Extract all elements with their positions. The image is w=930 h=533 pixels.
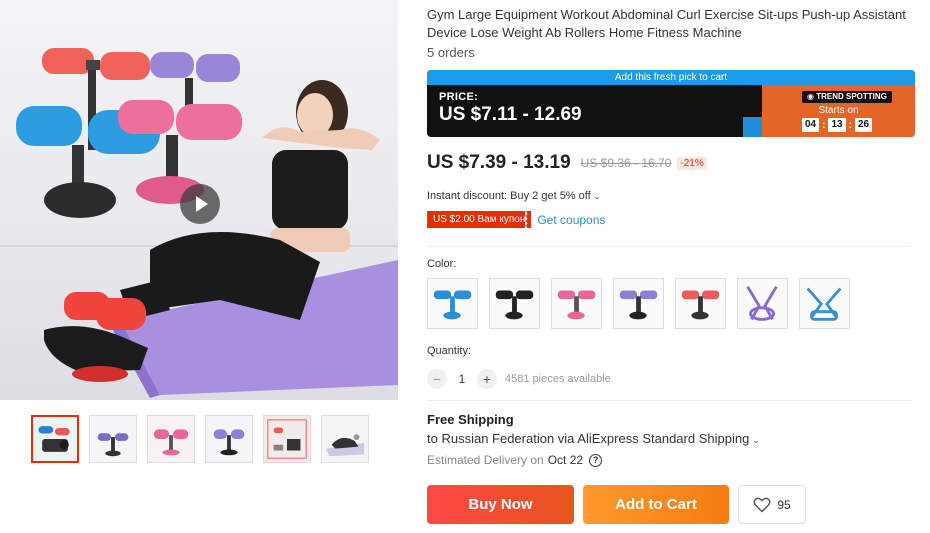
color-swatch-image <box>746 285 778 321</box>
color-swatch-image <box>681 290 720 320</box>
discount-badge: -21% <box>677 156 707 170</box>
divider <box>427 246 911 247</box>
starts-on-label: Starts on <box>818 105 859 116</box>
buy-now-button[interactable]: Buy Now <box>427 485 574 524</box>
thumbnail-3[interactable] <box>147 415 195 463</box>
color-option-red[interactable] <box>675 278 726 329</box>
product-title: Gym Large Equipment Workout Abdominal Cu… <box>427 7 906 40</box>
trend-spotting-badge: ◉ TREND SPOTTING <box>802 91 892 103</box>
color-option-black[interactable] <box>489 278 540 329</box>
timer-minutes: 13 <box>828 118 846 132</box>
timer-separator: : <box>848 119 852 131</box>
color-swatch-image <box>433 290 472 320</box>
quantity-input[interactable]: 1 <box>447 372 477 386</box>
get-coupons-link[interactable]: Get coupons <box>537 213 605 227</box>
shipping-destination[interactable]: to Russian Federation via AliExpress Sta… <box>427 431 760 446</box>
main-product-image[interactable] <box>0 0 398 400</box>
countdown-timer: 04 : 13 : 26 <box>802 118 873 132</box>
color-swatch-image <box>495 290 534 320</box>
play-video-button[interactable] <box>180 184 220 224</box>
coupon-badge[interactable]: US $2.00 Вам купон <box>424 211 532 228</box>
question-circle-icon[interactable]: ? <box>589 453 603 467</box>
countdown-panel: ◉ TREND SPOTTING Starts on 04 : 13 : 26 <box>762 85 915 137</box>
instant-discount-text: Instant discount: Buy 2 get 5% off <box>427 190 591 202</box>
delivery-date: Oct 22 <box>547 453 584 467</box>
thumbnail-image <box>206 416 252 462</box>
heart-icon <box>753 497 771 513</box>
coupon-row: US $2.00 Вам купон Get coupons <box>424 211 605 228</box>
thumbnail-strip <box>31 415 369 463</box>
color-option-blue[interactable] <box>427 278 478 329</box>
color-options <box>427 278 850 329</box>
color-option-purple[interactable] <box>613 278 664 329</box>
wishlist-button[interactable]: 95 <box>738 485 806 524</box>
thumbnail-image <box>90 416 136 462</box>
quantity-stepper: − 1 + 4581 pieces available <box>427 369 611 389</box>
timer-hours: 04 <box>802 118 820 132</box>
thumbnail-5[interactable] <box>263 415 311 463</box>
color-label: Color: <box>427 258 457 270</box>
thumbnail-image <box>322 416 368 462</box>
timer-separator: : <box>822 119 826 131</box>
original-price: US $9.36 - 16.70 <box>580 156 672 170</box>
shipping-destination-text: to Russian Federation via AliExpress Sta… <box>427 431 750 446</box>
color-swatch-image <box>557 290 596 320</box>
promo-price-label: PRICE: <box>439 91 479 103</box>
thumbnail-6[interactable] <box>321 415 369 463</box>
divider <box>427 400 911 401</box>
delivery-label: Estimated Delivery on <box>427 453 544 467</box>
color-option-blue-band[interactable] <box>799 278 850 329</box>
current-price: US $7.39 - 13.19 <box>427 152 571 173</box>
order-count: 5 orders <box>427 45 475 60</box>
available-stock: 4581 pieces available <box>505 373 611 385</box>
chevron-down-icon: ⌄ <box>752 435 760 445</box>
clock-icon: ◉ <box>807 92 817 101</box>
promo-banner[interactable]: Add this fresh pick to cart PRICE: US $7… <box>427 70 915 137</box>
estimated-delivery: Estimated Delivery on Oct 22 ? <box>427 453 603 467</box>
trend-badge-label: TREND SPOTTING <box>816 92 887 101</box>
thumbnail-image <box>148 416 194 462</box>
quantity-decrease-button[interactable]: − <box>427 369 447 389</box>
color-swatch-image <box>619 290 658 320</box>
shipping-title: Free Shipping <box>427 412 514 427</box>
instant-discount[interactable]: Instant discount: Buy 2 get 5% off ⌄ <box>427 190 600 202</box>
chevron-down-icon: ⌄ <box>593 192 601 201</box>
quantity-label: Quantity: <box>427 345 472 357</box>
color-option-pink[interactable] <box>551 278 602 329</box>
color-swatch-image <box>806 287 842 321</box>
promo-banner-text: Add this fresh pick to cart <box>427 70 915 85</box>
thumbnail-2[interactable] <box>89 415 137 463</box>
wishlist-count: 95 <box>777 497 791 512</box>
thumbnail-4[interactable] <box>205 415 253 463</box>
timer-seconds: 26 <box>854 118 873 132</box>
color-option-purple-band[interactable] <box>737 278 788 329</box>
thumbnail-image <box>264 416 310 462</box>
thumbnail-image <box>33 417 77 461</box>
quantity-increase-button[interactable]: + <box>477 369 497 389</box>
price-row: US $7.39 - 13.19 US $9.36 - 16.70 -21% <box>427 152 707 174</box>
add-to-cart-button[interactable]: Add to Cart <box>583 485 729 524</box>
promo-price: US $7.11 - 12.69 <box>439 104 582 125</box>
thumbnail-1[interactable] <box>31 415 79 463</box>
